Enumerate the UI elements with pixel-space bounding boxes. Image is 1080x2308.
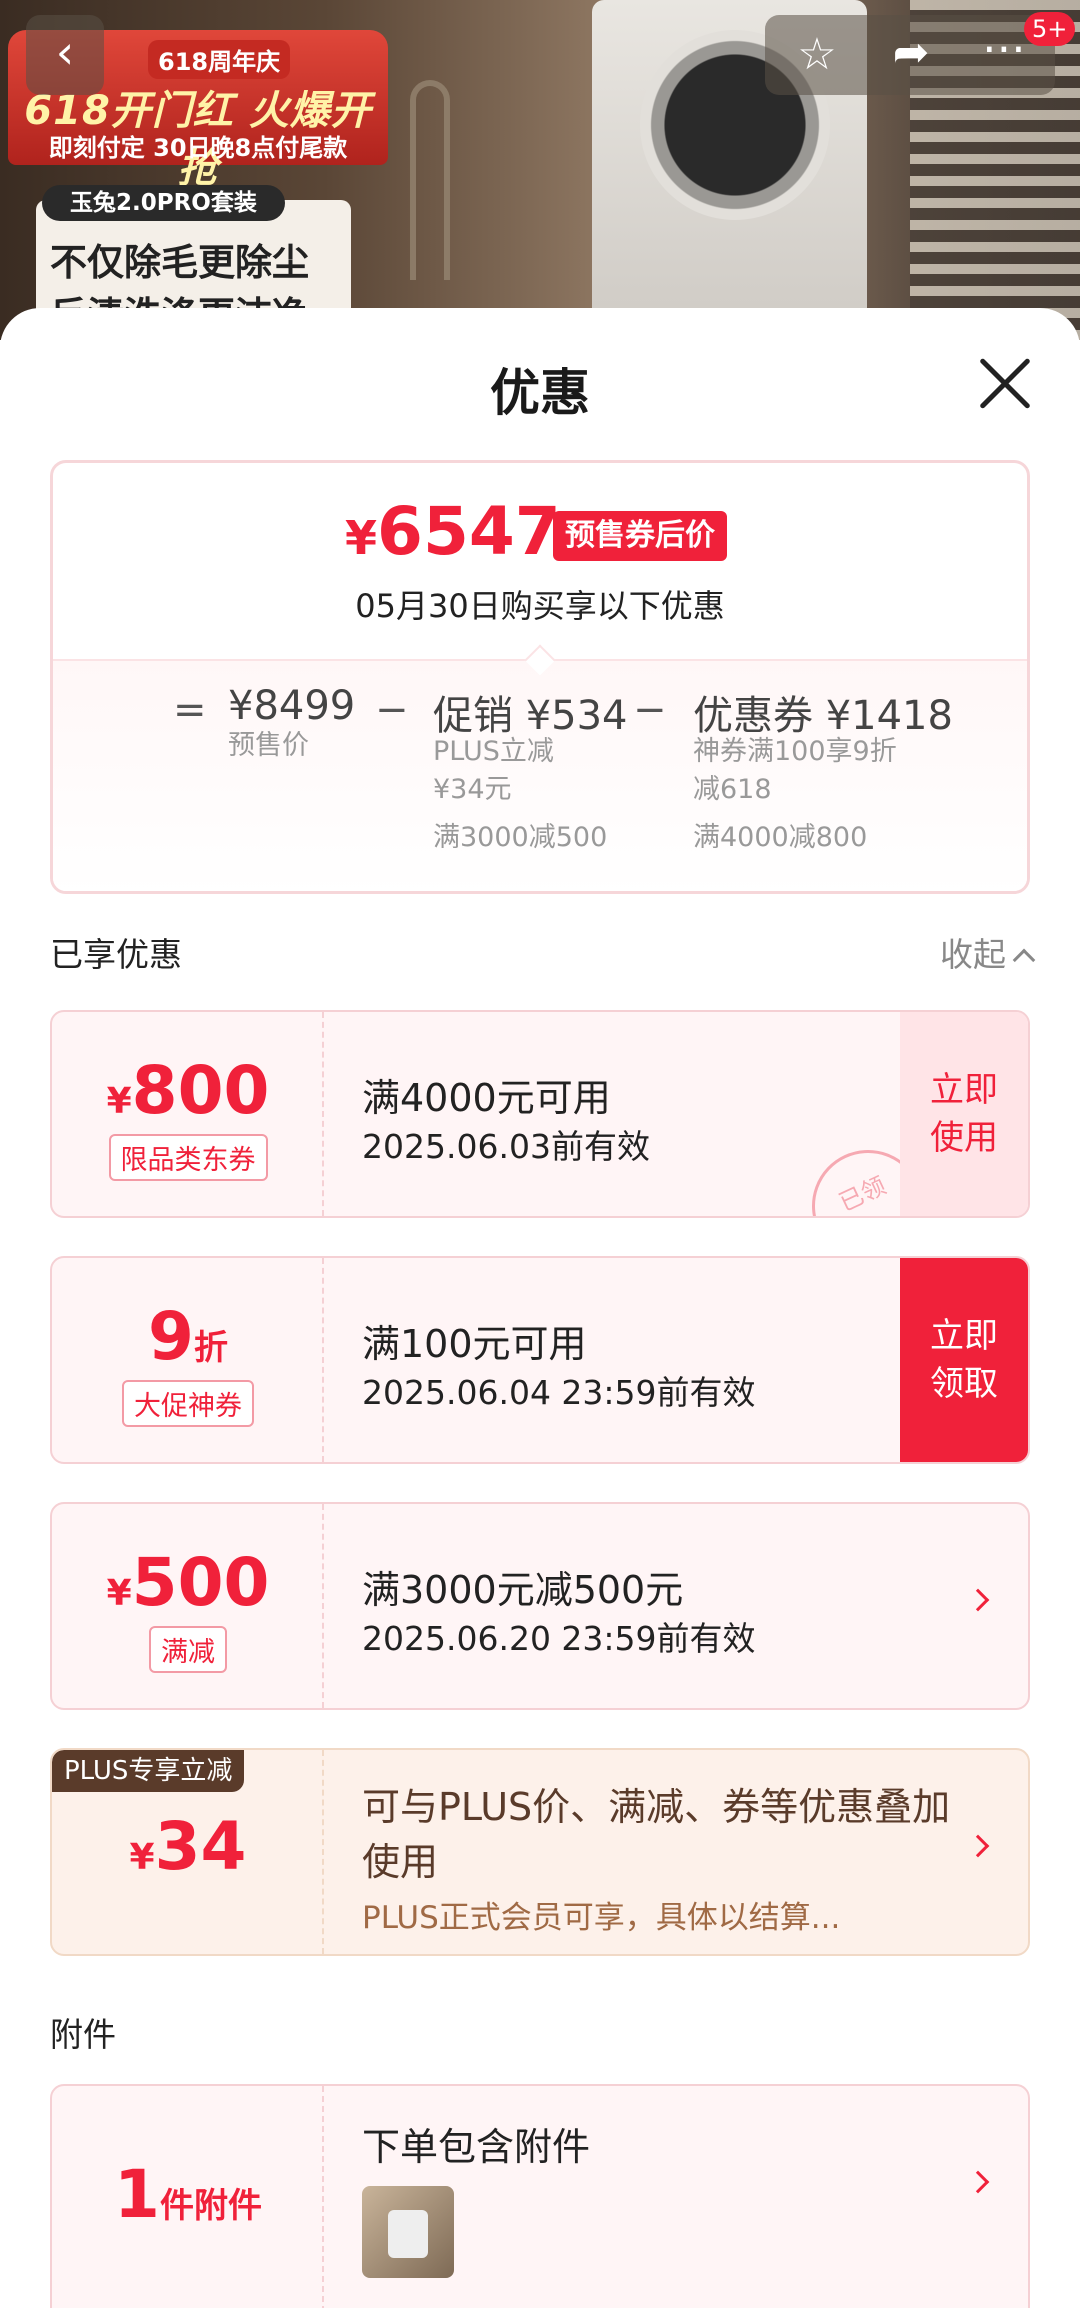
coupon-label: 满减 (149, 1626, 227, 1673)
discount-sheet: 优惠 ¥6547 预售券后价 05月30日购买享以下优惠 = ¥8499 预售价… (0, 308, 1080, 2308)
coupon-label-wrap: 大促神券 (52, 1380, 324, 1427)
presale-label: 预售价 (228, 730, 309, 761)
coupon-amount: ¥500 (52, 1544, 324, 1621)
plus-discount-card[interactable]: PLUS专享立减 ¥34 可与PLUS价、满减、券等优惠叠加使用 PLUS正式会… (50, 1748, 1030, 1956)
faucet-image (410, 80, 450, 280)
slogan-line-1: 不仅除毛更除尘 (50, 241, 309, 284)
action-line-1: 立即 (930, 1316, 998, 1356)
plus-value: 34 (154, 1808, 247, 1885)
coupon-value: 500 (131, 1544, 270, 1621)
coupon-card: ¥800 限品类东券 满4000元可用 2025.06.03前有效 已领 立即使… (50, 1010, 1030, 1218)
minus-sign-1: − (375, 687, 409, 733)
collapse-toggle[interactable]: 收起 (940, 928, 1036, 976)
coupon-label: 限品类东券 (108, 1134, 268, 1181)
promo-line-1: PLUS立减 (433, 736, 554, 767)
top-action-group: ☆ ➦ ⋯ (765, 15, 1055, 95)
coupon-label-wrap: 限品类东券 (52, 1134, 324, 1181)
plus-description: 可与PLUS价、满减、券等优惠叠加使用 (362, 1785, 951, 1884)
minus-sign-2: − (633, 687, 667, 733)
coupon-line-2: 减618 (693, 774, 772, 805)
presale-price: ¥8499 (228, 683, 356, 729)
price-breakdown: = ¥8499 预售价 − 促销 ¥534 PLUS立减 ¥34元 满3000减… (53, 644, 1027, 891)
plus-tag: PLUS专享立减 (52, 1750, 245, 1792)
promo-line-2: ¥34元 (433, 774, 512, 805)
coupon-card[interactable]: ¥500 满减 满3000元减500元 2025.06.20 23:59前有效 (50, 1502, 1030, 1710)
accessory-section-title: 附件 (50, 2015, 116, 2054)
message-badge: 5+ (1024, 12, 1076, 46)
final-price-tag: 预售券后价 (553, 511, 727, 561)
promo-subtitle: 即刻付定 30日晚8点付尾款 (48, 134, 348, 162)
price-summary-card: ¥6547 预售券后价 05月30日购买享以下优惠 = ¥8499 预售价 − … (50, 460, 1030, 894)
equals-sign: = (173, 687, 207, 733)
accessory-thumbnail[interactable] (362, 2186, 454, 2278)
coupon-value-area: ¥500 满减 (52, 1504, 324, 1708)
accessory-title: 下单包含附件 (362, 2125, 591, 2169)
action-line-1: 立即 (930, 1070, 998, 1110)
back-button[interactable]: ‹ (26, 15, 104, 95)
final-price-value: 6547 (377, 493, 561, 570)
promo-line-3: 满3000减500 (433, 822, 608, 853)
share-icon[interactable]: ➦ (871, 27, 951, 78)
accessory-value-area: 1件附件 (52, 2086, 324, 2308)
purchase-date-line: 05月30日购买享以下优惠 (355, 587, 725, 625)
coupon-validity: 2025.06.03前有效 (362, 1127, 650, 1166)
back-arrow-icon: ‹ (55, 25, 75, 79)
chevron-up-icon (1012, 948, 1036, 972)
coupon-condition: 满3000元减500元 (362, 1568, 684, 1612)
enjoyed-section-title: 已享优惠 (50, 935, 182, 974)
currency-symbol: ¥ (129, 1837, 155, 1878)
coupon-card: 9折 大促神券 满100元可用 2025.06.04 23:59前有效 立即领取 (50, 1256, 1030, 1464)
claim-now-button[interactable]: 立即 领取 (900, 1258, 1028, 1462)
coupon-label: 大促神券 (122, 1380, 254, 1427)
accessory-unit: 件附件 (159, 2186, 262, 2226)
chevron-right-icon (966, 2170, 990, 2194)
currency-symbol: ¥ (106, 1081, 132, 1122)
coupon-validity: 2025.06.20 23:59前有效 (362, 1619, 756, 1658)
coupon-amount: ¥800 (52, 1052, 324, 1129)
plus-amount: ¥34 (52, 1808, 324, 1885)
use-now-button[interactable]: 立即 使用 (900, 1012, 1028, 1216)
coupon-label-wrap: 满减 (52, 1626, 324, 1673)
currency-symbol: ¥ (345, 511, 378, 565)
sheet-title: 优惠 (490, 364, 590, 422)
chevron-right-icon (966, 1588, 990, 1612)
final-price-area: ¥6547 预售券后价 05月30日购买享以下优惠 (53, 463, 1027, 659)
coupon-condition: 满100元可用 (362, 1322, 587, 1366)
action-line-2: 领取 (930, 1364, 998, 1404)
coupon-value: 800 (131, 1052, 270, 1129)
accessory-count: 1件附件 (52, 2156, 324, 2233)
collapse-label: 收起 (940, 935, 1006, 974)
coupon-unit: 折 (193, 1328, 228, 1368)
action-line-2: 使用 (930, 1118, 998, 1158)
promo-anniversary-label: 618周年庆 (148, 40, 291, 79)
accessory-card[interactable]: 1件附件 下单包含附件 (50, 2084, 1030, 2308)
package-tag: 玉兔2.0PRO套装 (42, 185, 285, 221)
star-icon[interactable]: ☆ (777, 29, 857, 80)
chevron-right-icon (966, 1834, 990, 1858)
coupon-condition: 满4000元可用 (362, 1076, 611, 1120)
close-icon[interactable] (975, 353, 1035, 413)
coupon-line-3: 满4000减800 (693, 822, 868, 853)
accessory-count-value: 1 (114, 2156, 160, 2233)
coupon-value: 9 (148, 1298, 194, 1375)
plus-note: PLUS正式会员可享，具体以结算... (362, 1900, 841, 1936)
coupon-validity: 2025.06.04 23:59前有效 (362, 1373, 756, 1412)
final-price: ¥6547 (345, 493, 561, 570)
coupon-amount: 9折 (52, 1298, 324, 1375)
currency-symbol: ¥ (106, 1573, 132, 1614)
coupon-line-1: 神券满100享9折 (693, 736, 897, 767)
coupon-value-area: 9折 大促神券 (52, 1258, 324, 1462)
coupon-value-area: ¥800 限品类东券 (52, 1012, 324, 1216)
